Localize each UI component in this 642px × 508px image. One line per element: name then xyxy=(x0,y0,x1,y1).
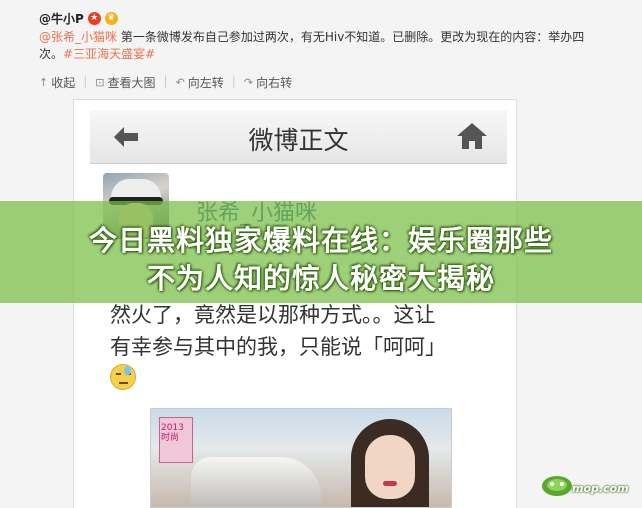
collapse-button[interactable]: ↑ 收起 xyxy=(39,74,83,91)
crown-badge-icon: ♛ xyxy=(104,12,118,25)
sweat-drop-icon xyxy=(124,366,131,375)
magazine-cover-text: 2013 时尚 xyxy=(161,423,184,443)
rotate-right-button[interactable]: ↷ 向右转 xyxy=(244,74,300,91)
phone-title: 微博正文 xyxy=(248,126,349,155)
screenshot-text-line: 有幸参与其中的我，只能说「呵呵」 xyxy=(110,335,446,359)
rotate-left-button[interactable]: ↶ 向左转 xyxy=(176,74,232,91)
screenshot-text-line: 然火了，竟然是以那种方式。。这让 xyxy=(110,303,436,327)
post-text: @张希_小猫咪 第一条微博发布自己参加过两次，有无Hiv不知道。已删除。更改为现… xyxy=(39,29,599,63)
phone-header: 微博正文 xyxy=(90,110,507,164)
post-header: @牛小P ★ ♛ xyxy=(39,10,118,27)
image-actions: ↑ 收起 | ⊡ 查看大图 | ↶ 向左转 | ↷ 向右转 xyxy=(39,74,300,91)
view-large-button[interactable]: ⊡ 查看大图 xyxy=(95,74,163,91)
sweat-emoji-icon xyxy=(110,364,136,390)
rotate-left-icon: ↶ xyxy=(175,76,185,89)
poster-image: 2013 时尚 xyxy=(150,408,452,508)
mention-link[interactable]: @张希_小猫咪 xyxy=(39,30,117,44)
zoom-icon: ⊡ xyxy=(95,76,105,89)
headline-banner: 今日黑料独家爆料在线：娱乐圈那些 不为人知的惊人秘密大揭秘 xyxy=(0,201,642,303)
yacht-image xyxy=(191,457,321,507)
topic-link[interactable]: #三亚海天盛宴# xyxy=(63,47,155,61)
view-large-label: 查看大图 xyxy=(107,76,156,90)
post-author[interactable]: @牛小P xyxy=(39,10,84,27)
rotate-right-icon: ↷ xyxy=(243,76,254,89)
model-face xyxy=(365,435,415,499)
collapse-icon: ↑ xyxy=(39,76,49,89)
star-badge-icon: ★ xyxy=(87,12,101,25)
divider: | xyxy=(231,74,236,88)
collapse-label: 收起 xyxy=(51,76,76,90)
model-lips xyxy=(383,481,397,486)
headline-line-2: 不为人知的惊人秘密大揭秘 xyxy=(146,262,495,295)
mop-logo-icon xyxy=(542,476,572,496)
divider: | xyxy=(83,74,88,88)
headline-line-1: 今日黑料独家爆料在线：娱乐圈那些 xyxy=(88,224,553,257)
home-icon xyxy=(457,123,487,149)
divider: | xyxy=(163,74,168,88)
rotate-left-label: 向左转 xyxy=(187,76,224,90)
rotate-right-label: 向右转 xyxy=(256,76,293,90)
watermark-text: mop.com xyxy=(572,482,629,495)
